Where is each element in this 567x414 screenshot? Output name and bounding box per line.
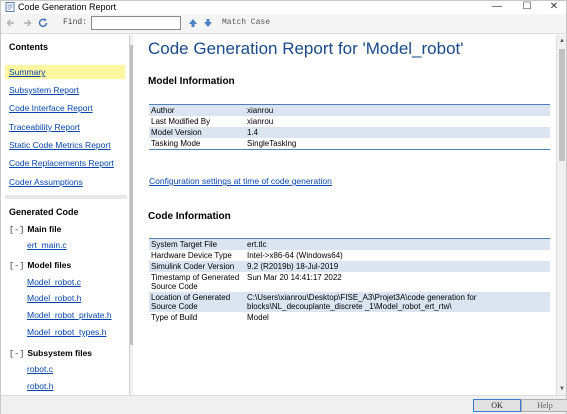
code-information-heading: Code Information <box>148 211 231 222</box>
nav-link-coder-assumptions[interactable]: Coder Assumptions <box>9 177 83 187</box>
window-title: Code Generation Report <box>18 2 117 12</box>
group-subsystem-files[interactable]: [-] Subsystem files <box>9 348 92 359</box>
file-link-ert-main-c[interactable]: ert_main.c <box>27 240 67 250</box>
table-row: Tasking Mode SingleTasking <box>149 138 550 150</box>
file-link-model-robot-types-h[interactable]: Model_robot_types.h <box>27 327 106 337</box>
row-value: ert.tlc <box>245 238 550 250</box>
row-key: Timestamp of Generated Source Code <box>151 273 240 291</box>
row-value: xianrou <box>245 104 550 116</box>
find-input[interactable] <box>91 16 181 30</box>
row-value: 9.2 (R2019b) 18-Jul-2019 <box>245 261 550 272</box>
report-title: Code Generation Report for 'Model_robot' <box>148 39 464 58</box>
navigation-scrollbar[interactable] <box>130 35 133 395</box>
scrollbar-thumb[interactable] <box>130 45 133 345</box>
contents-heading: Contents <box>9 42 48 52</box>
row-value: 1.4 <box>245 127 550 138</box>
nav-link-traceability-report[interactable]: Traceability Report <box>9 122 80 132</box>
row-value: SingleTasking <box>245 138 550 150</box>
toolbar: Find: Match Case <box>1 14 566 34</box>
file-link-robot-c[interactable]: robot.c <box>27 364 53 374</box>
button-bar: OK Help <box>1 395 567 414</box>
table-row: Type of Build Model <box>149 312 550 323</box>
row-value: Sun Mar 20 14:41:17 2022 <box>247 273 342 282</box>
table-row: Author xianrou <box>149 104 550 116</box>
collapse-toggle[interactable]: [-] <box>9 225 24 235</box>
row-value: Intel->x86-64 (Windows64) <box>247 251 343 260</box>
scroll-up-icon[interactable]: ▲ <box>558 37 566 45</box>
group-main-file[interactable]: [-] Main file <box>9 224 61 235</box>
table-row: Model Version 1.4 <box>149 127 550 138</box>
refresh-icon[interactable] <box>37 17 49 29</box>
find-label: Find: <box>63 18 88 27</box>
generated-code-heading: Generated Code <box>9 207 79 217</box>
table-row: Location of Generated Source Code C:\Use… <box>149 292 550 312</box>
report-pane: Code Generation Report for 'Model_robot'… <box>134 35 556 395</box>
row-value: C:\Users\xianrou\Desktop\FISE_A3\Projet3… <box>245 292 550 312</box>
nav-link-static-code-metrics-report[interactable]: Static Code Metrics Report <box>9 140 111 150</box>
file-link-model-robot-private-h[interactable]: Model_robot_private.h <box>27 310 112 320</box>
app-icon <box>5 2 15 12</box>
row-value: xianrou <box>247 117 274 126</box>
nav-link-code-replacements-report[interactable]: Code Replacements Report <box>9 158 114 168</box>
ok-button[interactable]: OK <box>473 399 521 412</box>
table-row: Last Modified By xianrou <box>149 116 550 127</box>
code-information-table: System Target File ert.tlc Hardware Devi… <box>149 238 550 323</box>
file-link-model-robot-c[interactable]: Model_robot.c <box>27 277 81 287</box>
file-link-robot-h[interactable]: robot.h <box>27 381 53 391</box>
table-row: Hardware Device Type Intel->x86-64 (Wind… <box>149 250 550 261</box>
collapse-toggle[interactable]: [-] <box>9 261 24 271</box>
scrollbar-thumb[interactable] <box>559 49 565 161</box>
row-value: Model <box>247 313 269 322</box>
minimize-button[interactable]: — <box>485 1 509 13</box>
configuration-settings-link[interactable]: Configuration settings at time of code g… <box>149 176 332 186</box>
match-case-toggle[interactable]: Match Case <box>222 18 270 27</box>
row-key: Location of Generated Source Code <box>149 292 245 312</box>
row-key: Simulink Coder Version <box>149 261 245 272</box>
help-button[interactable]: Help <box>521 399 567 412</box>
back-icon[interactable] <box>5 17 17 29</box>
maximize-button[interactable]: ☐ <box>515 1 539 13</box>
row-key: Type of Build <box>151 313 198 322</box>
table-row: Simulink Coder Version 9.2 (R2019b) 18-J… <box>149 261 550 272</box>
find-previous-icon[interactable] <box>187 17 199 29</box>
section-divider <box>5 195 127 199</box>
report-scrollbar[interactable]: ▲ ▼ <box>556 35 566 395</box>
row-key: Last Modified By <box>151 117 211 126</box>
row-key: System Target File <box>149 238 245 250</box>
group-model-files[interactable]: [-] Model files <box>9 260 71 271</box>
close-button[interactable]: ✕ <box>542 1 566 13</box>
nav-link-code-interface-report[interactable]: Code Interface Report <box>9 103 93 113</box>
row-key: Author <box>149 104 245 116</box>
table-row: System Target File ert.tlc <box>149 238 550 250</box>
nav-link-summary[interactable]: Summary <box>5 65 125 79</box>
group-label: Subsystem files <box>27 348 93 358</box>
collapse-toggle[interactable]: [-] <box>9 349 24 359</box>
file-link-model-robot-h[interactable]: Model_robot.h <box>27 293 81 303</box>
navigation-pane: Contents Summary Subsystem Report Code I… <box>1 35 129 395</box>
row-key: Tasking Mode <box>149 138 245 150</box>
find-next-icon[interactable] <box>202 17 214 29</box>
nav-link-subsystem-report[interactable]: Subsystem Report <box>9 85 79 95</box>
table-row: Timestamp of Generated Source Code Sun M… <box>149 272 550 292</box>
title-bar: Code Generation Report — ☐ ✕ <box>1 1 566 14</box>
model-information-heading: Model Information <box>148 76 235 87</box>
forward-icon[interactable] <box>21 17 33 29</box>
scroll-down-icon[interactable]: ▼ <box>558 385 566 393</box>
row-key: Model Version <box>149 127 245 138</box>
row-key: Hardware Device Type <box>151 251 232 260</box>
group-label: Model files <box>27 260 72 270</box>
group-label: Main file <box>27 224 62 234</box>
code-generation-report-window: Code Generation Report — ☐ ✕ Find: Match… <box>0 0 567 414</box>
model-information-table: Author xianrou Last Modified By xianrou … <box>149 104 550 150</box>
